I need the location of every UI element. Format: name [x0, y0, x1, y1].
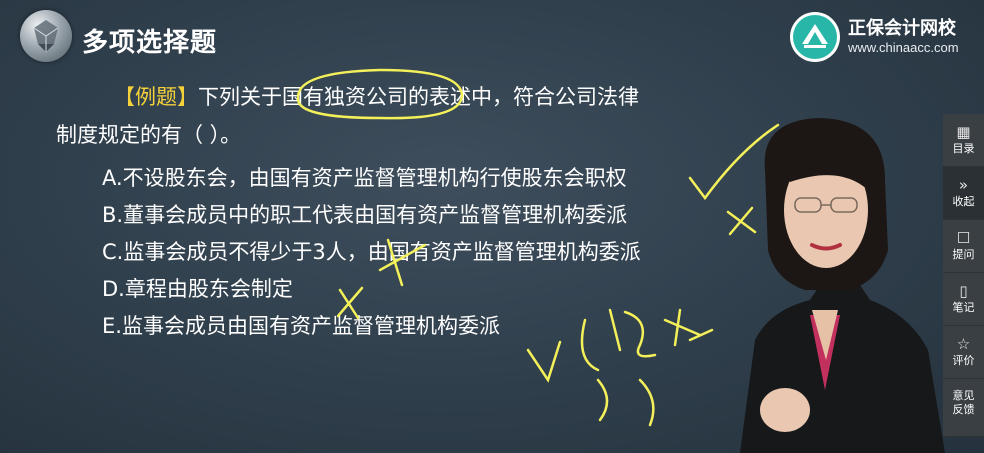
sidebar-item-rate[interactable]: ☆ 评价	[943, 326, 984, 379]
option-a: A.不设股东会，由国有资产监督管理机构行使股东会职权	[102, 166, 627, 190]
star-icon: ☆	[956, 335, 971, 353]
option-e: E.监事会成员由国有资产监督管理机构委派	[102, 314, 500, 338]
option-d: D.章程由股东会制定	[102, 277, 293, 301]
chat-icon: ☐	[956, 229, 971, 247]
brand-logo: 正保会计网校 www.chinaacc.com	[790, 10, 980, 66]
question-text-1: 下列关于国有独资公司的表述中，符合公司法律	[198, 85, 639, 109]
brand-icon	[790, 12, 840, 62]
collapse-icon: »	[958, 176, 969, 194]
sidebar-item-catalog[interactable]: ▦ 目录	[943, 114, 984, 167]
sidebar-item-ask[interactable]: ☐ 提问	[943, 220, 984, 273]
page-title: 多项选择题	[82, 28, 218, 58]
question-stem: 【例题】下列关于国有独资公司的表述中，符合公司法律 制度规定的有（ ）。	[56, 78, 746, 154]
sidebar-item-label: 提问	[952, 248, 975, 261]
option-c: C.监事会成员不得少于3人，由国有资产监督管理机构委派	[102, 240, 641, 264]
sidebar-item-label: 收起	[952, 195, 975, 208]
example-tag: 【例题】	[114, 85, 198, 109]
sidebar-item-collapse[interactable]: » 收起	[943, 167, 984, 220]
sidebar-item-label: 评价	[952, 354, 975, 367]
question-line-2: 制度规定的有（ ）。	[56, 123, 242, 147]
sidebar-item-feedback[interactable]: 意见 反馈	[943, 379, 984, 437]
option-b: B.董事会成员中的职工代表由国有资产监督管理机构委派	[102, 203, 628, 227]
presenter-image	[740, 118, 945, 453]
options-list: A.不设股东会，由国有资产监督管理机构行使股东会职权 B.董事会成员中的职工代表…	[102, 160, 641, 345]
grid-icon: ▦	[956, 123, 971, 141]
annotation-check-e	[526, 340, 562, 383]
brand-name: 正保会计网校	[848, 18, 956, 39]
note-icon: ▯	[959, 282, 968, 300]
sidebar-item-label-line1: 意见	[952, 389, 975, 402]
logo-ball-icon	[20, 10, 72, 62]
question-line-1: 【例题】下列关于国有独资公司的表述中，符合公司法律	[56, 78, 746, 116]
sidebar-item-label: 笔记	[952, 301, 975, 314]
sidebar-item-notes[interactable]: ▯ 笔记	[943, 273, 984, 326]
sidebar-item-label: 目录	[952, 142, 975, 155]
brand-url: www.chinaacc.com	[848, 40, 959, 55]
sidebar-item-label-line2: 反馈	[952, 403, 975, 416]
sidebar: ▦ 目录 » 收起 ☐ 提问 ▯ 笔记 ☆ 评价 意见 反馈	[943, 114, 984, 437]
